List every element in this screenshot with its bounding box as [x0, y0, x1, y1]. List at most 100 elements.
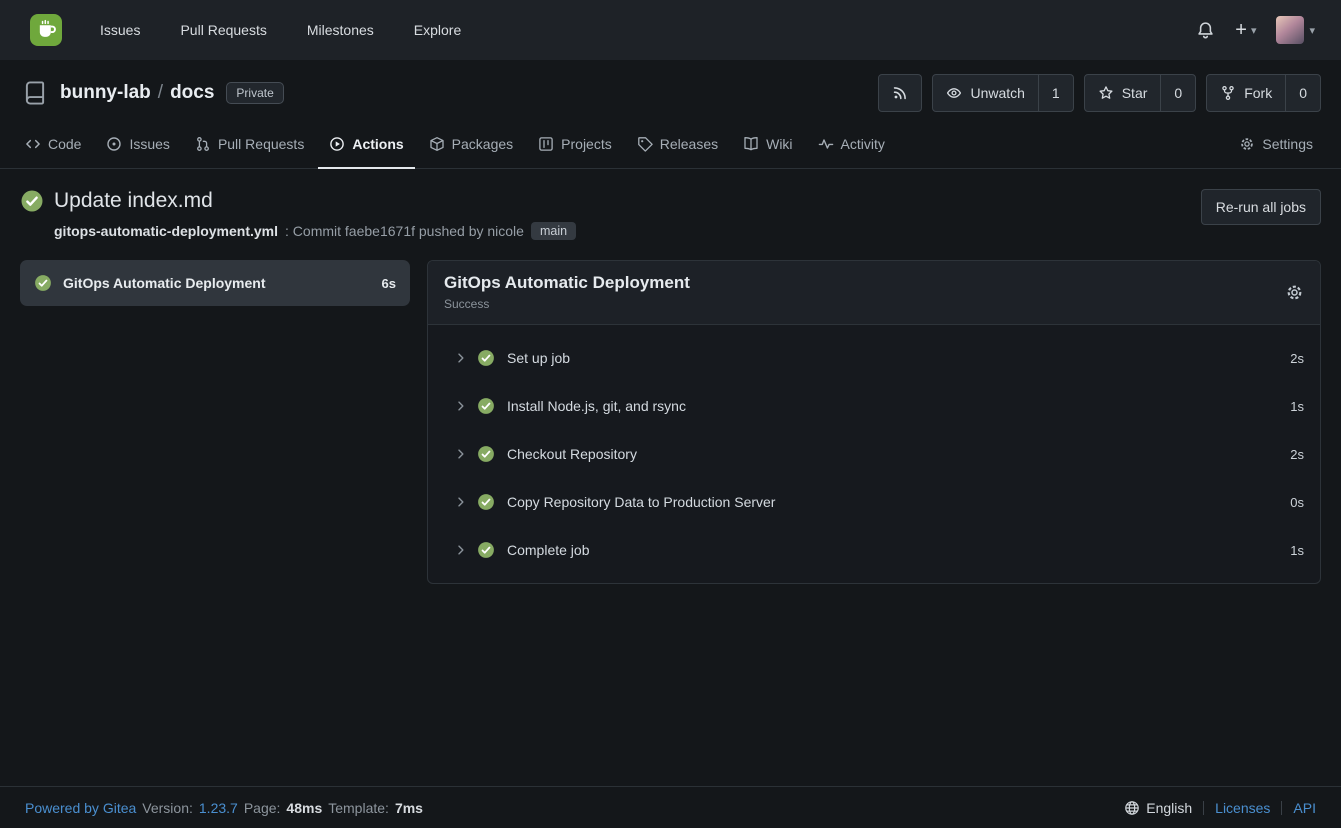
fork-button[interactable]: Fork: [1207, 75, 1285, 111]
tab-releases[interactable]: Releases: [626, 120, 729, 169]
create-new-button[interactable]: + ▾: [1235, 20, 1256, 40]
run-success-check-icon: [20, 189, 44, 213]
step-name: Set up job: [507, 350, 570, 366]
template-time: 7ms: [395, 800, 423, 816]
stars-count[interactable]: 0: [1160, 75, 1195, 111]
gitea-logo[interactable]: [30, 14, 62, 46]
tab-label: Issues: [129, 136, 169, 152]
chevron-right-icon: [454, 495, 468, 509]
caret-down-icon: ▾: [1251, 24, 1257, 37]
repo-tabs: Code Issues Pull Requests Actions Packag…: [0, 120, 1341, 168]
tab-code[interactable]: Code: [14, 120, 92, 169]
workflow-file-name[interactable]: gitops-automatic-deployment.yml: [54, 223, 278, 239]
tab-label: Releases: [660, 136, 718, 152]
repo-actions: Unwatch 1 Star 0 Fork 0: [878, 74, 1321, 112]
tag-icon: [637, 136, 653, 152]
tab-label: Pull Requests: [218, 136, 304, 152]
job-duration: 6s: [382, 276, 396, 291]
step-success-check-icon: [477, 397, 495, 415]
unwatch-button[interactable]: Unwatch: [933, 75, 1037, 111]
tab-actions[interactable]: Actions: [318, 120, 414, 169]
footer-right: English Licenses API: [1124, 800, 1316, 816]
user-avatar: [1276, 16, 1304, 44]
step-row[interactable]: Install Node.js, git, and rsync 1s: [428, 382, 1320, 430]
tab-activity[interactable]: Activity: [807, 120, 896, 169]
nav-pull-requests[interactable]: Pull Requests: [180, 22, 266, 38]
run-header: Update index.md gitops-automatic-deploym…: [20, 189, 1321, 240]
step-duration: 2s: [1290, 447, 1304, 462]
api-link[interactable]: API: [1293, 800, 1316, 816]
version-link[interactable]: 1.23.7: [199, 800, 238, 816]
repo-name-link[interactable]: docs: [170, 82, 214, 104]
tab-wiki[interactable]: Wiki: [732, 120, 803, 169]
star-button[interactable]: Star: [1085, 75, 1161, 111]
play-circle-icon: [329, 136, 345, 152]
chevron-right-icon: [454, 399, 468, 413]
step-duration: 2s: [1290, 351, 1304, 366]
nav-explore[interactable]: Explore: [414, 22, 461, 38]
step-name: Checkout Repository: [507, 446, 637, 462]
pull-request-icon: [195, 136, 211, 152]
job-panel-titles: GitOps Automatic Deployment Success: [444, 273, 690, 311]
job-panel-title: GitOps Automatic Deployment: [444, 273, 690, 293]
licenses-link[interactable]: Licenses: [1215, 800, 1270, 816]
top-navbar: Issues Pull Requests Milestones Explore …: [0, 0, 1341, 60]
repo-owner-link[interactable]: bunny-lab: [60, 82, 151, 104]
tab-label: Activity: [841, 136, 885, 152]
star-label: Star: [1122, 85, 1148, 101]
watchers-count[interactable]: 1: [1038, 75, 1073, 111]
job-status-text: Success: [444, 297, 690, 311]
step-name: Copy Repository Data to Production Serve…: [507, 494, 775, 510]
tab-issues[interactable]: Issues: [95, 120, 180, 169]
forks-count[interactable]: 0: [1285, 75, 1320, 111]
nav-issues[interactable]: Issues: [100, 22, 140, 38]
nav-right: + ▾ ▾: [1196, 16, 1315, 44]
step-row[interactable]: Copy Repository Data to Production Serve…: [428, 478, 1320, 526]
powered-by-gitea-link[interactable]: Powered by Gitea: [25, 800, 136, 816]
settings-icon: [1239, 136, 1255, 152]
bell-icon: [1196, 21, 1215, 40]
footer: Powered by Gitea Version: 1.23.7 Page: 4…: [0, 786, 1341, 828]
plus-icon: +: [1235, 20, 1247, 40]
repo-path-separator: /: [158, 82, 163, 104]
step-success-check-icon: [477, 493, 495, 511]
job-options-button[interactable]: [1285, 283, 1304, 302]
footer-divider: [1281, 801, 1282, 815]
nav-milestones[interactable]: Milestones: [307, 22, 374, 38]
package-icon: [429, 136, 445, 152]
rss-button[interactable]: [878, 74, 922, 112]
tab-settings[interactable]: Settings: [1228, 120, 1324, 169]
user-menu-button[interactable]: ▾: [1276, 16, 1315, 44]
gear-icon: [1285, 283, 1304, 302]
step-row[interactable]: Complete job 1s: [428, 526, 1320, 574]
chevron-right-icon: [454, 351, 468, 365]
eye-icon: [946, 85, 962, 101]
tab-projects[interactable]: Projects: [527, 120, 623, 169]
run-title: Update index.md: [54, 189, 213, 213]
tab-pull-requests[interactable]: Pull Requests: [184, 120, 315, 169]
run-body: GitOps Automatic Deployment 6s GitOps Au…: [20, 260, 1321, 584]
step-row[interactable]: Set up job 2s: [428, 334, 1320, 382]
tab-label: Packages: [452, 136, 513, 152]
footer-divider: [1203, 801, 1204, 815]
fork-button-group: Fork 0: [1206, 74, 1321, 112]
language-selector[interactable]: English: [1124, 800, 1192, 816]
step-success-check-icon: [477, 541, 495, 559]
pulse-icon: [818, 136, 834, 152]
code-icon: [25, 136, 41, 152]
actions-run-page: Update index.md gitops-automatic-deploym…: [0, 169, 1341, 786]
step-duration: 1s: [1290, 399, 1304, 414]
branch-badge[interactable]: main: [531, 222, 576, 240]
step-row[interactable]: Checkout Repository 2s: [428, 430, 1320, 478]
unwatch-label: Unwatch: [970, 85, 1024, 101]
private-badge: Private: [226, 82, 283, 104]
tabs-spacer: [899, 120, 1229, 168]
job-list-item[interactable]: GitOps Automatic Deployment 6s: [20, 260, 410, 306]
tab-packages[interactable]: Packages: [418, 120, 524, 169]
nav-links: Issues Pull Requests Milestones Explore: [100, 22, 461, 38]
step-name: Complete job: [507, 542, 590, 558]
tab-label: Code: [48, 136, 81, 152]
rerun-all-jobs-button[interactable]: Re-run all jobs: [1201, 189, 1321, 225]
notifications-button[interactable]: [1196, 21, 1215, 40]
tab-label: Settings: [1262, 136, 1313, 152]
